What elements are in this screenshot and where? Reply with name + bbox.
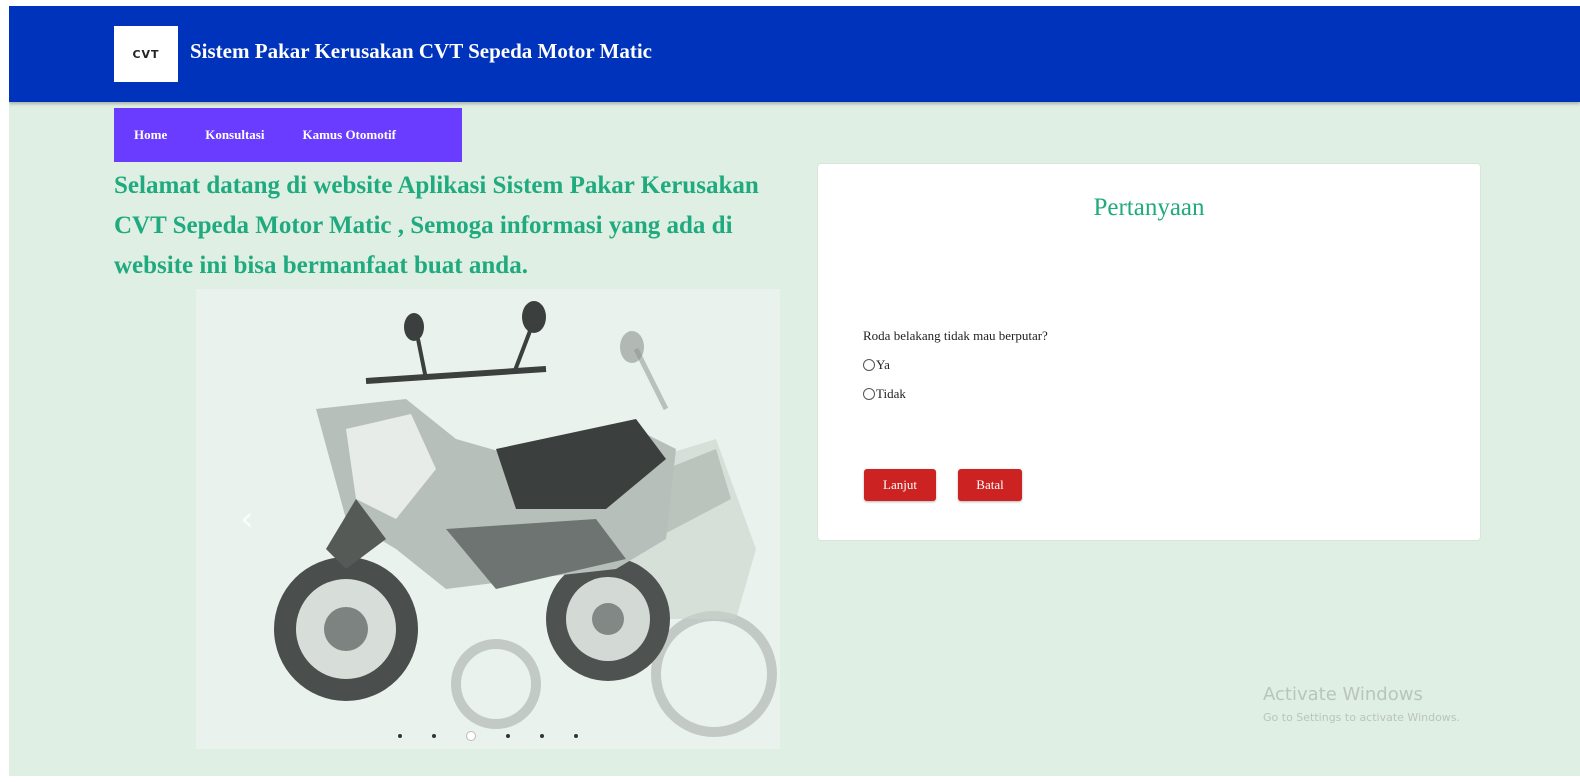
image-carousel: ‹ <box>196 289 780 749</box>
option-tidak[interactable]: Tidak <box>863 386 906 402</box>
carousel-indicators <box>196 727 780 745</box>
option-ya[interactable]: Ya <box>863 357 890 373</box>
header-bar: CVT Sistem Pakar Kerusakan CVT Sepeda Mo… <box>9 6 1580 102</box>
option-ya-label: Ya <box>876 357 890 372</box>
carousel-indicator-1[interactable] <box>398 734 402 738</box>
site-logo[interactable]: CVT <box>114 26 178 82</box>
watermark-subtitle: Go to Settings to activate Windows. <box>1263 711 1461 724</box>
question-card: Pertanyaan Roda belakang tidak mau berpu… <box>817 163 1481 541</box>
chevron-left-icon[interactable]: ‹ <box>240 499 254 539</box>
main-nav: Home Konsultasi Kamus Otomotif <box>114 108 462 162</box>
radio-tidak[interactable] <box>863 388 875 400</box>
nav-item-home[interactable]: Home <box>134 127 167 143</box>
radio-ya[interactable] <box>863 359 875 371</box>
site-title[interactable]: Sistem Pakar Kerusakan CVT Sepeda Motor … <box>190 39 652 64</box>
nav-item-konsultasi[interactable]: Konsultasi <box>205 127 264 143</box>
nav-item-kamus-otomotif[interactable]: Kamus Otomotif <box>302 127 396 143</box>
page: CVT Sistem Pakar Kerusakan CVT Sepeda Mo… <box>9 6 1580 776</box>
carousel-indicator-2[interactable] <box>432 734 436 738</box>
welcome-text: Selamat datang di website Aplikasi Siste… <box>114 172 759 279</box>
option-tidak-label: Tidak <box>876 386 906 401</box>
carousel-indicator-5[interactable] <box>540 734 544 738</box>
carousel-indicator-4[interactable] <box>506 734 510 738</box>
carousel-indicator-3[interactable] <box>466 731 476 741</box>
next-button[interactable]: Lanjut <box>864 469 936 501</box>
question-card-title: Pertanyaan <box>1093 194 1205 221</box>
question-text: Roda belakang tidak mau berputar? <box>863 328 1048 343</box>
windows-activation-watermark: Activate Windows Go to Settings to activ… <box>1263 684 1460 724</box>
watermark-title: Activate Windows <box>1263 684 1423 705</box>
cancel-button[interactable]: Batal <box>958 469 1022 501</box>
carousel-indicator-6[interactable] <box>574 734 578 738</box>
scooter-image <box>196 289 780 749</box>
